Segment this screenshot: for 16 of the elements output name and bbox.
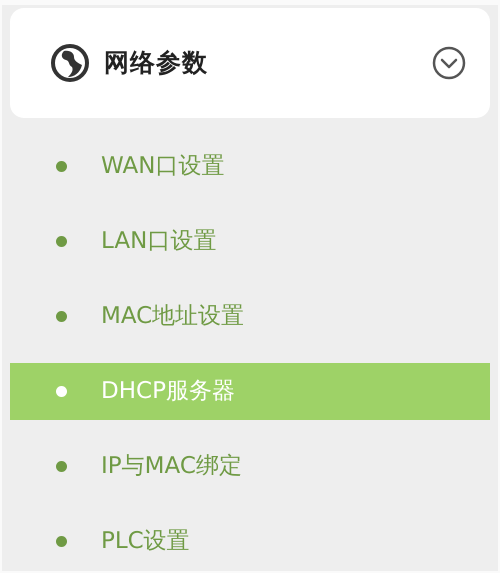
bullet-icon bbox=[56, 236, 67, 247]
bullet-icon bbox=[56, 311, 67, 322]
menu-item[interactable]: IP与MAC绑定 bbox=[10, 438, 490, 495]
menu-item[interactable]: MAC地址设置 bbox=[10, 288, 490, 345]
menu-item[interactable]: DHCP服务器 bbox=[10, 363, 490, 420]
bullet-icon bbox=[56, 461, 67, 472]
chevron-icon[interactable] bbox=[432, 46, 466, 80]
globe-icon bbox=[50, 43, 90, 83]
bullet-icon bbox=[56, 386, 67, 397]
menu-item[interactable]: WAN口设置 bbox=[10, 138, 490, 195]
menu-item[interactable]: PLC设置 bbox=[10, 513, 490, 570]
bullet-icon bbox=[56, 536, 67, 547]
bullet-icon bbox=[56, 161, 67, 172]
menu-item[interactable]: LAN口设置 bbox=[10, 213, 490, 270]
menu-title: 网络参数 bbox=[104, 47, 208, 80]
menu-header[interactable]: 网络参数 bbox=[10, 8, 490, 118]
